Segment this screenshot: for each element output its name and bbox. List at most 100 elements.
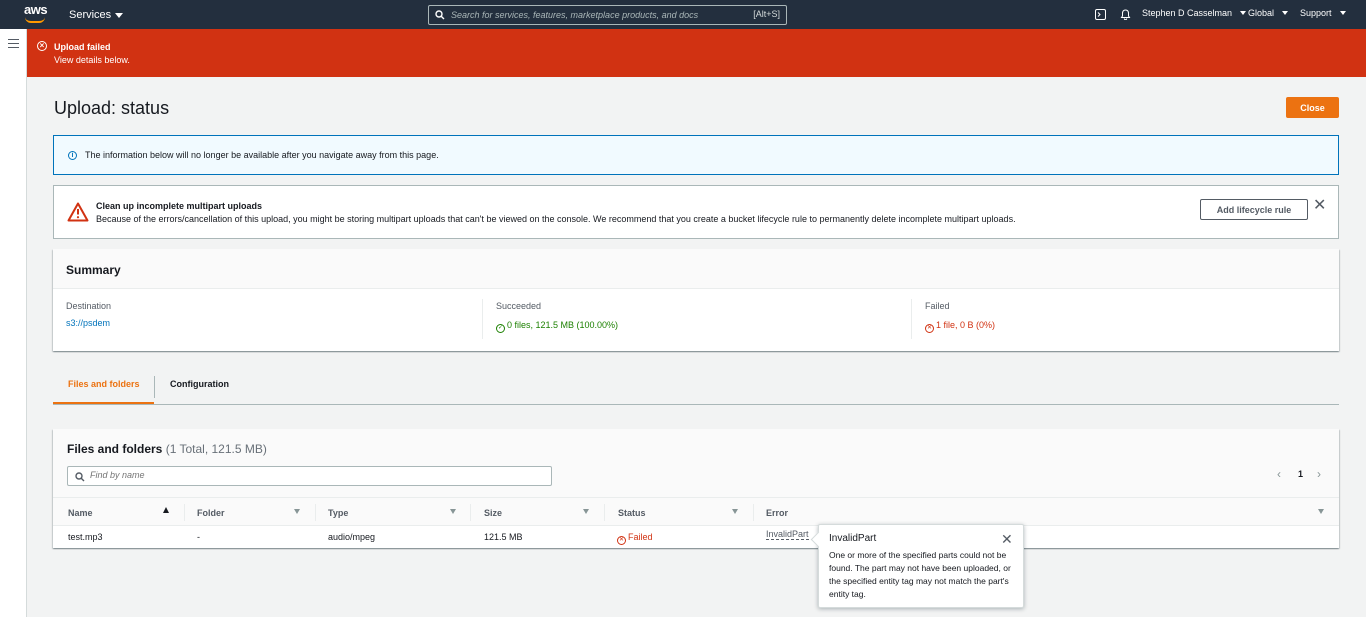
popover-title: InvalidPart: [829, 533, 877, 544]
failed-label: Failed: [925, 301, 950, 311]
tab-label: Configuration: [170, 379, 229, 389]
flash-description: View details below.: [54, 55, 130, 65]
cell-name: test.mp3: [68, 532, 103, 542]
tabs: Files and folders Configuration: [53, 370, 1339, 405]
global-search-input[interactable]: [451, 10, 741, 20]
column-divider: [753, 504, 754, 521]
dismiss-warning-icon[interactable]: ✕: [1313, 198, 1326, 214]
column-size[interactable]: Size: [484, 508, 502, 518]
succeeded-label: Succeeded: [496, 301, 542, 311]
region-label: Global: [1248, 8, 1275, 18]
column-name[interactable]: Name: [68, 508, 93, 518]
support-menu[interactable]: Support: [1300, 8, 1346, 18]
summary-panel: Summary Destination s3://psdem Succeeded…: [53, 249, 1339, 351]
success-icon: ✓: [496, 324, 505, 333]
caret-down-icon: [115, 12, 124, 18]
table-row[interactable]: test.mp3 - audio/mpeg 121.5 MB ✕ Failed I…: [53, 526, 1339, 548]
search-icon: [435, 10, 445, 20]
menu-icon[interactable]: [8, 39, 19, 48]
warning-alert: Clean up incomplete multipart uploads Be…: [53, 185, 1339, 239]
summary-title: Summary: [53, 249, 1339, 289]
flash-error: × Upload failed View details below.: [27, 29, 1366, 77]
destination-label: Destination: [66, 301, 112, 311]
services-menu[interactable]: Services: [69, 9, 124, 21]
close-icon[interactable]: ✕: [1001, 531, 1013, 548]
files-count: (1 Total, 121.5 MB): [165, 442, 267, 456]
error-icon: ✕: [617, 536, 626, 545]
status-text: Failed: [628, 532, 653, 542]
column-folder[interactable]: Folder: [197, 508, 225, 518]
add-lifecycle-rule-button[interactable]: Add lifecycle rule: [1200, 199, 1308, 220]
previous-page-icon[interactable]: ‹: [1277, 467, 1281, 481]
summary-succeeded: Succeeded ✓ 0 files, 121.5 MB (100.00%): [496, 301, 618, 333]
search-icon: [75, 472, 85, 482]
sort-icon[interactable]: [450, 509, 456, 514]
files-title-text: Files and folders: [67, 442, 163, 456]
cell-size: 121.5 MB: [484, 532, 523, 542]
region-menu[interactable]: Global: [1248, 8, 1289, 18]
warning-description: Because of the errors/cancellation of th…: [96, 214, 1016, 224]
page-title: Upload: status: [54, 98, 170, 118]
column-status[interactable]: Status: [618, 508, 646, 518]
cell-type: audio/mpeg: [328, 532, 376, 542]
info-text: The information below will no longer be …: [85, 150, 439, 160]
services-label: Services: [69, 9, 112, 21]
column-divider: [604, 504, 605, 521]
flash-title: Upload failed: [54, 42, 111, 52]
sort-icon[interactable]: [294, 509, 300, 514]
popover-body: One or more of the specified parts could…: [829, 550, 1011, 599]
find-by-name-input[interactable]: [90, 470, 530, 480]
global-search[interactable]: [Alt+S]: [428, 5, 787, 25]
column-divider: [470, 504, 471, 521]
cell-error[interactable]: InvalidPart: [766, 529, 809, 540]
column-type[interactable]: Type: [328, 508, 348, 518]
caret-down-icon: [1282, 11, 1289, 15]
summary-destination: Destination s3://psdem: [66, 301, 111, 328]
side-rail: [0, 29, 27, 617]
destination-link[interactable]: s3://psdem: [66, 318, 111, 328]
cell-status: ✕ Failed: [617, 532, 653, 545]
cloudshell-icon[interactable]: [1095, 9, 1106, 20]
tab-divider: [154, 376, 155, 398]
tab-configuration[interactable]: Configuration: [170, 370, 229, 404]
user-menu[interactable]: Stephen D Casselman: [1142, 8, 1247, 18]
error-icon: ×: [37, 41, 47, 51]
info-alert: i The information below will no longer b…: [53, 135, 1339, 175]
search-shortcut: [Alt+S]: [753, 9, 780, 19]
info-icon: i: [68, 151, 77, 160]
caret-down-icon: [1339, 11, 1346, 15]
top-nav: aws Services [Alt+S] Stephen D Casselman…: [0, 0, 1366, 29]
caret-down-icon: [1240, 11, 1247, 15]
column-divider: [184, 504, 185, 521]
user-name: Stephen D Casselman: [1142, 8, 1233, 18]
divider: [911, 299, 912, 339]
column-error[interactable]: Error: [766, 508, 788, 518]
aws-logo-text: aws: [24, 2, 48, 17]
error-icon: ✕: [925, 324, 934, 333]
sort-icon[interactable]: [1318, 509, 1324, 514]
error-popover: InvalidPart ✕ One or more of the specifi…: [818, 524, 1024, 608]
files-table-panel: Files and folders (1 Total, 121.5 MB) ‹ …: [53, 429, 1339, 548]
sort-icon[interactable]: [732, 509, 738, 514]
aws-smile-icon: [25, 17, 45, 23]
files-title: Files and folders (1 Total, 121.5 MB): [67, 442, 267, 456]
close-button[interactable]: Close: [1286, 97, 1339, 118]
warning-title: Clean up incomplete multipart uploads: [96, 201, 263, 211]
next-page-icon[interactable]: ›: [1317, 467, 1321, 481]
find-by-name-field[interactable]: [67, 466, 552, 486]
files-header: Files and folders (1 Total, 121.5 MB) ‹ …: [53, 429, 1339, 497]
column-divider: [315, 504, 316, 521]
tab-files-and-folders[interactable]: Files and folders: [53, 370, 154, 404]
sort-ascending-icon[interactable]: [163, 507, 169, 513]
succeeded-value: 0 files, 121.5 MB (100.00%): [507, 320, 619, 330]
divider: [482, 299, 483, 339]
sort-icon[interactable]: [583, 509, 589, 514]
summary-failed: Failed ✕ 1 file, 0 B (0%): [925, 301, 995, 333]
warning-icon: [67, 202, 89, 222]
table-header: Name Folder Type Size Status Error: [53, 497, 1339, 526]
support-label: Support: [1300, 8, 1332, 18]
failed-value: 1 file, 0 B (0%): [936, 320, 996, 330]
page-number[interactable]: 1: [1298, 469, 1303, 479]
aws-logo[interactable]: aws: [24, 2, 48, 24]
bell-icon[interactable]: [1120, 9, 1131, 20]
